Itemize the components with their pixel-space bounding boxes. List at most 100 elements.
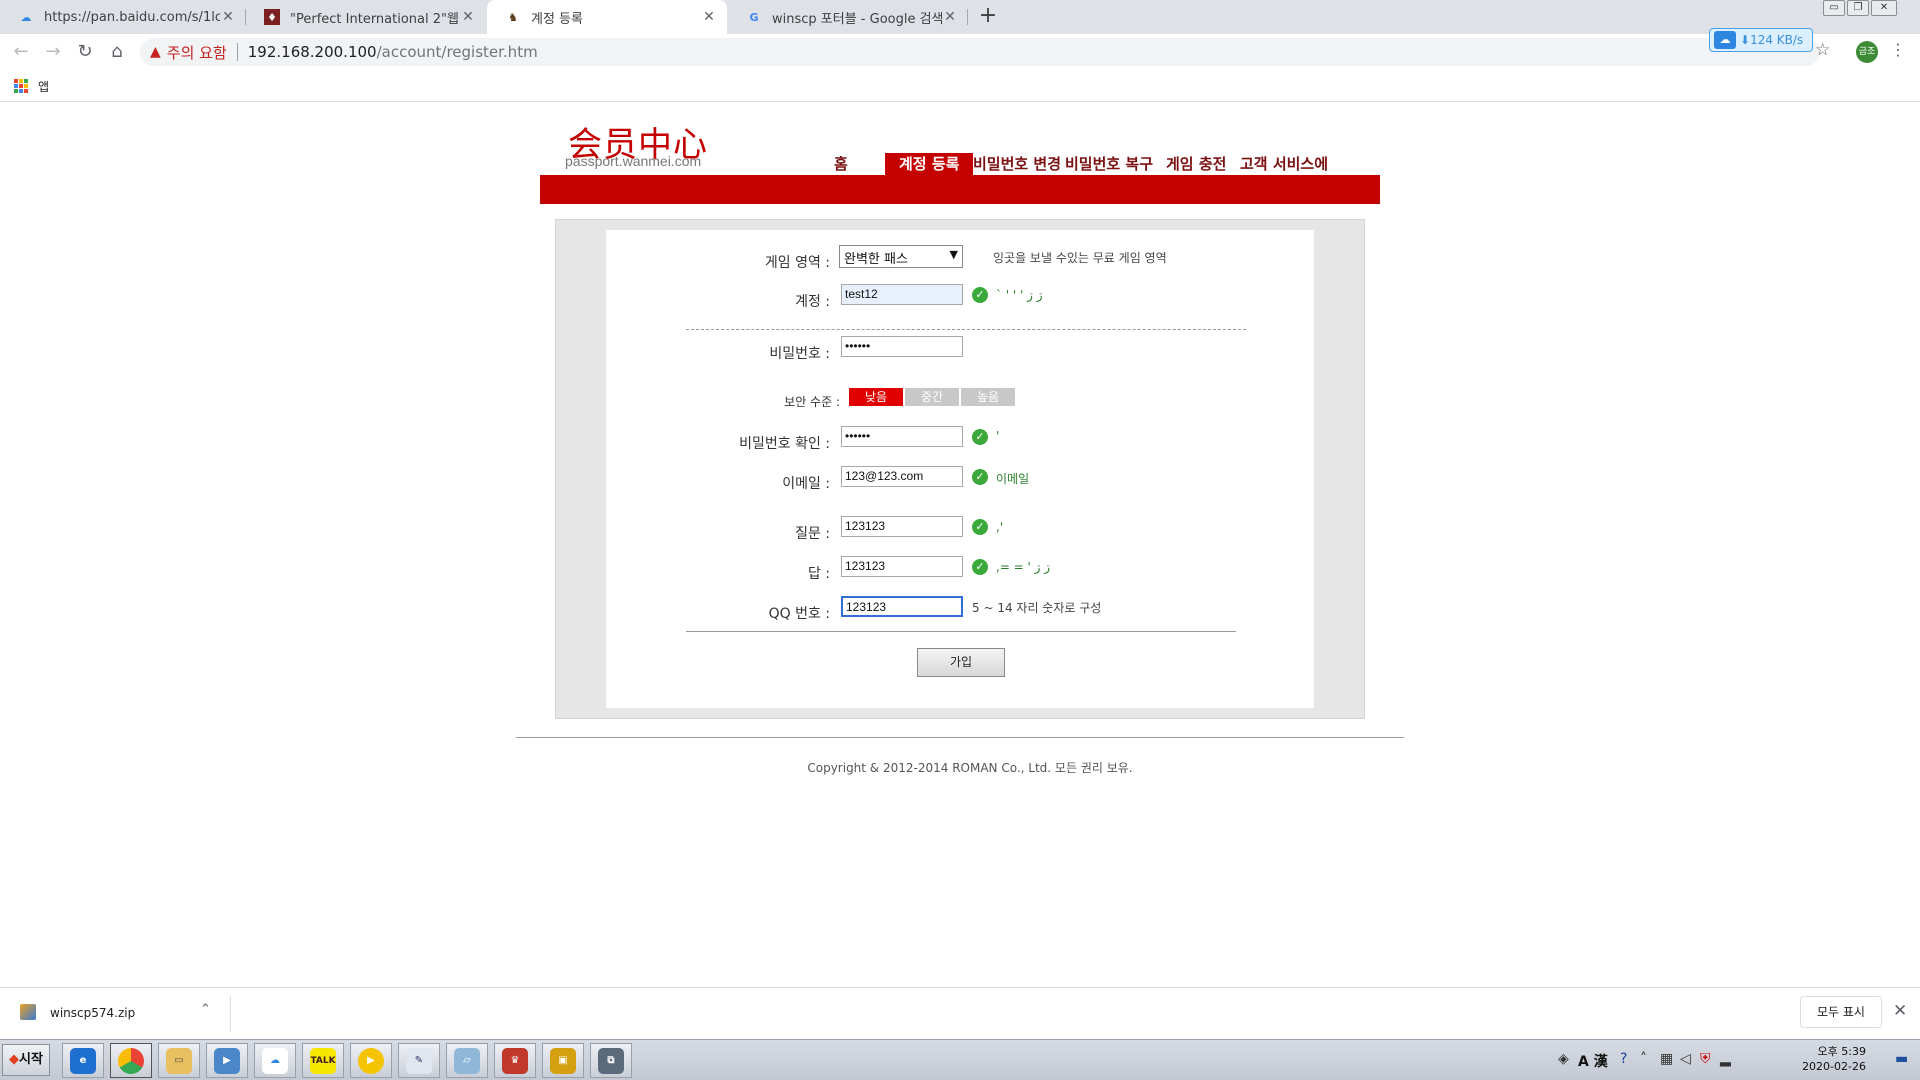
email-hint: 이메일 xyxy=(996,472,1030,486)
ie-icon[interactable]: e xyxy=(62,1043,104,1078)
tab-baidu-pan[interactable]: ☁ https://pan.baidu.com/s/1lcfw ✕ xyxy=(0,0,246,34)
reload-icon[interactable]: ↻ xyxy=(72,39,98,65)
nav-register[interactable]: 계정 등록 xyxy=(885,153,974,175)
download-speed-badge[interactable]: ☁ ⬇ 124 KB/s xyxy=(1709,28,1813,52)
book-icon[interactable]: ▱ xyxy=(446,1043,488,1078)
forward-arrow-icon[interactable]: → xyxy=(40,39,66,65)
start-button[interactable]: ◆시작 xyxy=(2,1044,50,1076)
chevron-up-icon[interactable]: ⌃ xyxy=(200,1002,211,1017)
menu-kebab-icon[interactable]: ⋮ xyxy=(1890,40,1906,59)
security-tray-icon[interactable]: ⛨ xyxy=(1700,1051,1711,1067)
qq-input[interactable]: 123123 xyxy=(841,596,963,617)
media-player-icon[interactable]: ▶ xyxy=(206,1043,248,1078)
close-icon[interactable]: ✕ xyxy=(460,9,476,25)
close-icon[interactable]: ✕ xyxy=(220,9,236,25)
tray-expand-icon[interactable]: ˄ xyxy=(1640,1051,1647,1067)
game-icon[interactable]: ♛ xyxy=(494,1043,536,1078)
account-input[interactable]: test12 xyxy=(841,284,963,305)
account-hint: ` ' ' ' ڗ ڗ xyxy=(996,288,1043,302)
close-icon[interactable]: ✕ xyxy=(1893,1001,1907,1021)
notepad-icon[interactable]: ✎ xyxy=(398,1043,440,1078)
address-bar[interactable]: ▲ 주의 요함 192.168.200.100 /account/registe… xyxy=(140,38,1820,66)
strength-medium: 중간 xyxy=(905,388,959,406)
apps-grid-icon[interactable] xyxy=(14,79,28,93)
game-area-select[interactable]: 완벽한 패스 ▼ xyxy=(839,245,963,268)
volume-icon[interactable]: ◁ xyxy=(1680,1051,1691,1067)
account-label: 계정 : xyxy=(795,294,830,310)
download-item[interactable]: winscp574.zip xyxy=(50,1006,135,1020)
nav-change-password[interactable]: 비밀번호 변경 xyxy=(973,153,1061,175)
chrome-icon[interactable] xyxy=(110,1043,152,1078)
windows-logo-icon: ◆ xyxy=(9,1052,20,1067)
security-warning[interactable]: 주의 요함 xyxy=(167,42,227,63)
tab-title: winscp 포터블 - Google 검색 xyxy=(772,11,942,27)
baidu-cloud-icon: ☁ xyxy=(20,10,32,24)
qq-hint: 5 ~ 14 자리 숫자로 구성 xyxy=(972,601,1102,615)
question-input[interactable]: 123123 xyxy=(841,516,963,537)
nav-recharge[interactable]: 게임 충전 xyxy=(1166,153,1226,175)
help-icon[interactable]: ? xyxy=(1620,1051,1627,1067)
password-input[interactable]: •••••• xyxy=(841,336,963,357)
app-icon[interactable]: ▣ xyxy=(542,1043,584,1078)
close-icon[interactable]: ✕ xyxy=(942,9,958,25)
home-icon[interactable]: ⌂ xyxy=(104,39,130,65)
show-all-button[interactable]: 모두 표시 xyxy=(1800,996,1882,1028)
question-hint: ,' xyxy=(996,520,1004,534)
check-icon: ✓ xyxy=(972,287,988,303)
game-area-value: 완벽한 패스 xyxy=(844,252,908,267)
show-desktop-icon[interactable]: ▬ xyxy=(1895,1051,1908,1067)
check-icon: ✓ xyxy=(972,519,988,535)
apps-shortcut[interactable]: 앱 xyxy=(38,78,49,95)
game-favicon: ♞ xyxy=(508,10,518,24)
answer-input[interactable]: 123123 xyxy=(841,556,963,577)
nav-home[interactable]: 홈 xyxy=(834,153,848,175)
game-area-label: 게임 영역 : xyxy=(764,255,830,271)
download-speed: 124 KB/s xyxy=(1750,33,1804,47)
question-label: 질문 : xyxy=(795,526,830,542)
kakaotalk-icon[interactable]: TALK xyxy=(302,1043,344,1078)
download-shelf: winscp574.zip ⌃ 모두 표시 ✕ xyxy=(0,987,1920,1039)
bookmark-star-icon[interactable]: ☆ xyxy=(1815,40,1830,60)
restore-button[interactable]: ❐ xyxy=(1847,0,1869,16)
tab-google-search[interactable]: G winscp 포터블 - Google 검색 ✕ xyxy=(728,0,968,34)
answer-hint: ,= = ' ڗ ڗ xyxy=(996,560,1051,574)
nav-customer-service[interactable]: 고객 서비스에 xyxy=(1240,153,1328,175)
email-input[interactable]: 123@123.com xyxy=(841,466,963,487)
tab-strip: ☁ https://pan.baidu.com/s/1lcfw ✕ ♦ "Per… xyxy=(0,0,1920,34)
language-icon[interactable]: ◈ xyxy=(1558,1051,1569,1067)
url-host: 192.168.200.100 xyxy=(247,43,377,61)
site-logo-subtitle: passport.wanmei.com xyxy=(565,153,702,169)
password-confirm-input[interactable]: •••••• xyxy=(841,426,963,447)
tab-title: "Perfect International 2"웹 사이 xyxy=(290,11,460,27)
close-icon[interactable]: ✕ xyxy=(701,9,717,25)
network-icon[interactable]: ⧉ xyxy=(590,1043,632,1078)
clock[interactable]: 오후 5:39 2020-02-26 xyxy=(1770,1044,1866,1074)
zip-file-icon xyxy=(20,1004,36,1020)
download-arrow-icon: ⬇ xyxy=(1740,33,1751,47)
url-path: /account/register.htm xyxy=(376,43,538,61)
game-area-hint: 잉곳을 보낼 수있는 무료 게임 영역 xyxy=(993,251,1167,265)
copyright: Copyright & 2012-2014 ROMAN Co., Ltd. 모든… xyxy=(807,761,1133,775)
signal-icon[interactable]: ▂ xyxy=(1720,1051,1731,1067)
password-confirm-hint: ' xyxy=(996,429,1000,443)
minimize-button[interactable]: ▭ xyxy=(1823,0,1845,16)
ime-indicator[interactable]: A 漢 xyxy=(1578,1051,1608,1071)
new-tab-button[interactable]: + xyxy=(975,4,1001,30)
dropdown-arrow-icon: ▼ xyxy=(949,248,958,261)
check-icon: ✓ xyxy=(972,559,988,575)
explorer-icon[interactable]: ▭ xyxy=(158,1043,200,1078)
browser-toolbar: ← → ↻ ⌂ ▲ 주의 요함 192.168.200.100 /account… xyxy=(0,34,1920,70)
tab-perfect-international[interactable]: ♦ "Perfect International 2"웹 사이 ✕ xyxy=(246,0,486,34)
tab-title: 계정 등록 xyxy=(531,11,583,27)
avatar[interactable]: 금조 xyxy=(1856,41,1878,63)
nav-recover-password[interactable]: 비밀번호 복구 xyxy=(1065,153,1153,175)
close-window-button[interactable]: ✕ xyxy=(1871,0,1897,16)
baidu-cloud-icon[interactable]: ☁ xyxy=(254,1043,296,1078)
potplayer-icon[interactable]: ▶ xyxy=(350,1043,392,1078)
join-button[interactable]: 가입 xyxy=(917,648,1005,677)
strength-label: 보안 수준 : xyxy=(784,395,840,409)
check-icon: ✓ xyxy=(972,429,988,445)
back-arrow-icon[interactable]: ← xyxy=(8,39,34,65)
network-status-icon[interactable]: ▦ xyxy=(1660,1051,1673,1067)
tab-account-register[interactable]: ♞ 계정 등록 ✕ xyxy=(487,0,727,34)
